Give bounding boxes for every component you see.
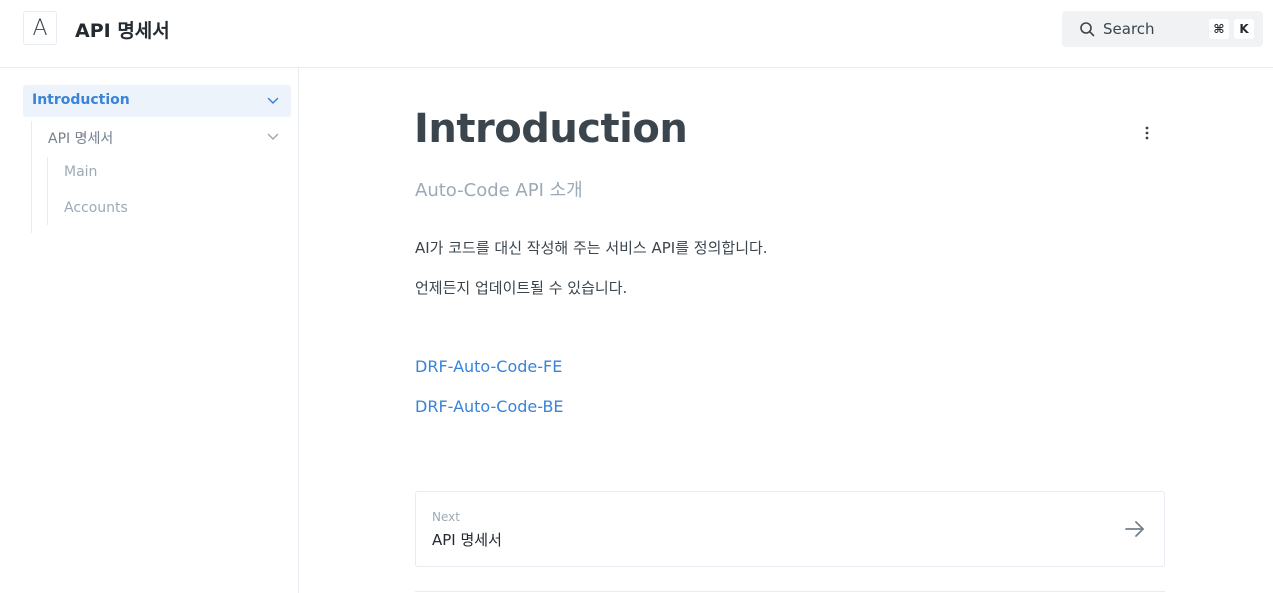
sidebar-item-api-spec[interactable]: API 명세서	[32, 121, 291, 153]
shortcut-key: K	[1234, 19, 1254, 39]
next-page-card[interactable]: Next API 명세서	[415, 491, 1165, 567]
link-fe-repo[interactable]: DRF-Auto-Code-FE	[415, 357, 562, 376]
sidebar-item-accounts[interactable]: Accounts	[48, 193, 291, 225]
more-vertical-icon[interactable]	[1139, 123, 1155, 143]
search-button[interactable]: Search ⌘ K	[1062, 11, 1263, 47]
sidebar-item-label: Accounts	[64, 200, 128, 216]
sidebar-item-introduction[interactable]: Introduction	[23, 85, 291, 117]
shortcut-modifier-key: ⌘	[1209, 19, 1229, 39]
next-page-title: API 명세서	[432, 531, 502, 549]
arrow-right-icon	[1125, 521, 1144, 537]
sidebar-item-label: Introduction	[32, 92, 130, 108]
link-be-repo[interactable]: DRF-Auto-Code-BE	[415, 397, 564, 416]
top-header: A API 명세서 Search ⌘ K	[0, 0, 1273, 68]
divider	[415, 591, 1165, 592]
sidebar: Introduction API 명세서 Main Accounts	[0, 68, 299, 593]
site-title[interactable]: API 명세서	[75, 16, 170, 43]
sidebar-item-label: API 명세서	[48, 131, 114, 147]
chevron-down-icon[interactable]	[267, 95, 279, 107]
sidebar-item-label: Main	[64, 164, 98, 180]
paragraph: 언제든지 업데이트될 수 있습니다.	[415, 279, 628, 297]
next-caption: Next	[432, 510, 460, 524]
page-subtitle: Auto-Code API 소개	[415, 180, 583, 201]
page-title: Introduction	[414, 106, 688, 152]
site-logo[interactable]: A	[23, 11, 57, 45]
sidebar-item-main[interactable]: Main	[48, 157, 291, 189]
search-icon	[1080, 22, 1095, 37]
chevron-down-icon[interactable]	[267, 131, 279, 143]
search-label: Search	[1103, 20, 1155, 38]
paragraph: AI가 코드를 대신 작성해 주는 서비스 API를 정의합니다.	[415, 239, 768, 257]
